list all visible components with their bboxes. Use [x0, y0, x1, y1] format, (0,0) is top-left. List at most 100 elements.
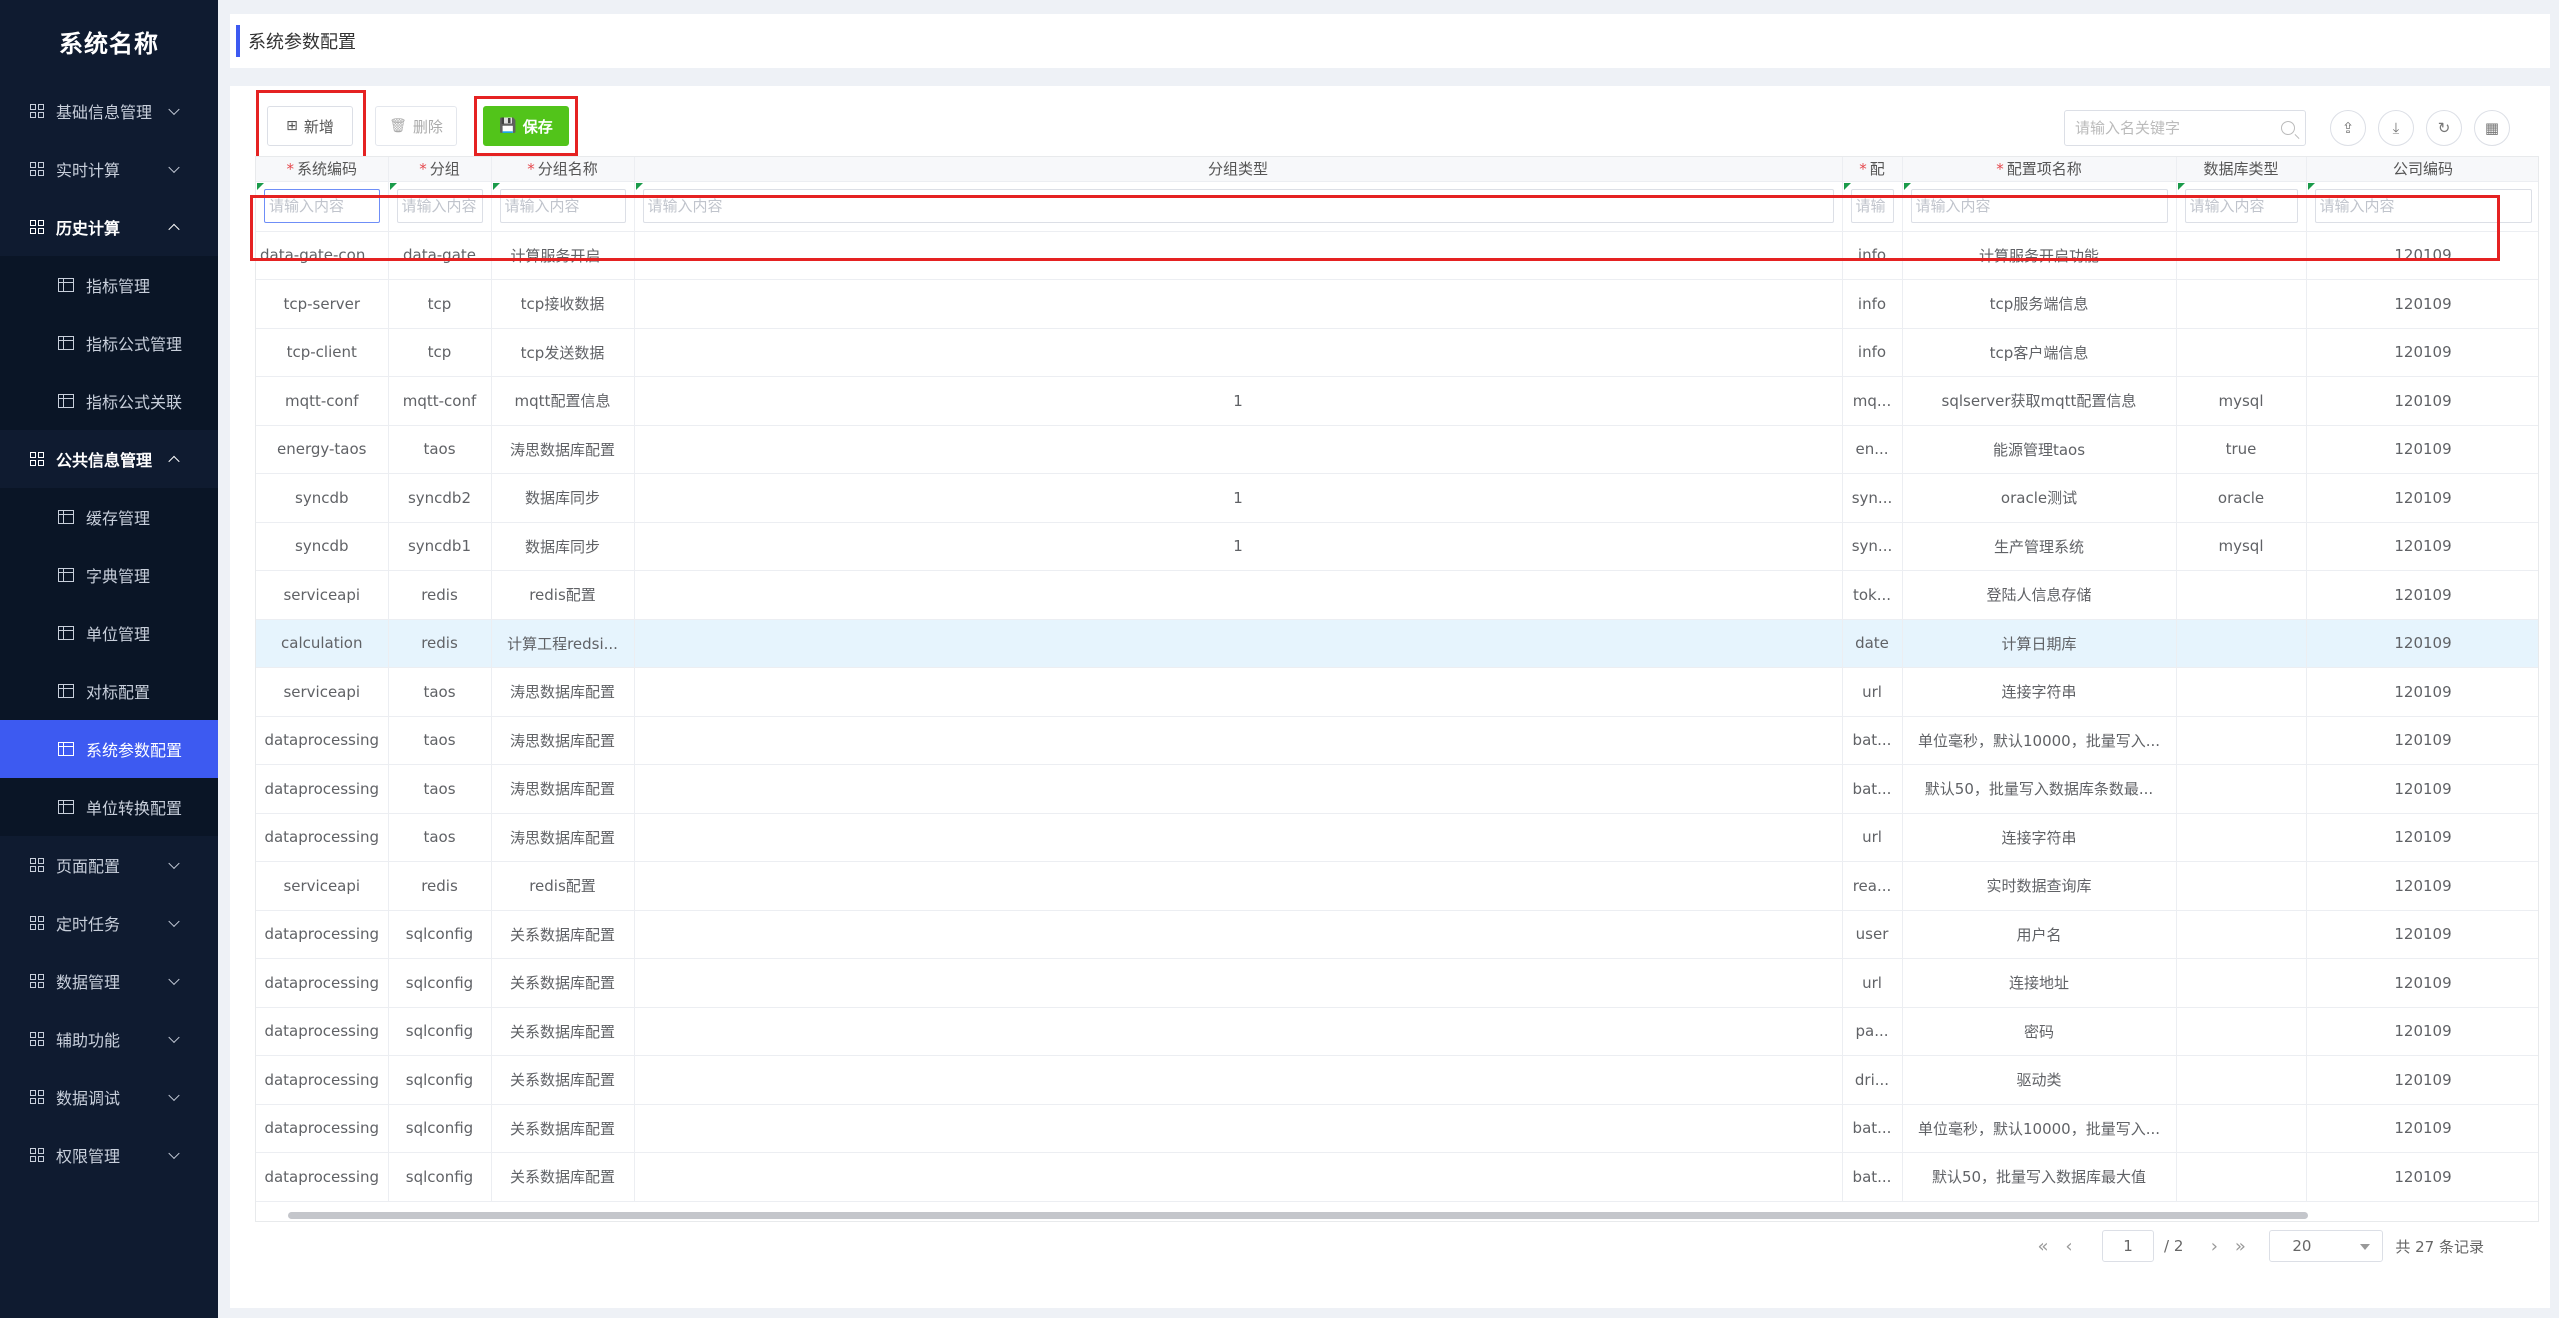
sidebar-subitem[interactable]: 指标公式关联	[0, 372, 218, 430]
table-row[interactable]: dataprocessing sqlconfig 关系数据库配置 bat... 单位毫秒…	[256, 1104, 2538, 1153]
page-size-select[interactable]: 20	[2269, 1230, 2384, 1262]
table-cell: url	[1842, 667, 1903, 717]
sidebar-item[interactable]: 历史计算	[0, 198, 218, 256]
brand-title: 系统名称	[59, 29, 159, 58]
table-row[interactable]: syncdb syncdb1 数据库同步 1 syn... 生产管理系统 mysql 1201…	[256, 522, 2538, 571]
sidebar-subitem[interactable]: 指标管理	[0, 256, 218, 314]
table-row[interactable]: data-gate-config data-gate 计算服务开启... info 计算…	[256, 231, 2538, 280]
delete-button[interactable]: 🗑 删除	[375, 106, 457, 146]
table-row[interactable]: energy-taos taos 涛思数据库配置 en... 能源管理taos true 1…	[256, 425, 2538, 474]
filter-input[interactable]	[264, 189, 380, 223]
save-icon: 💾	[499, 118, 517, 134]
table-row[interactable]: dataprocessing sqlconfig 关系数据库配置 bat... 默认50…	[256, 1152, 2538, 1202]
sidebar-item[interactable]: 基础信息管理	[0, 82, 218, 140]
table-row[interactable]: dataprocessing taos 涛思数据库配置 bat... 单位毫秒，默认10…	[256, 716, 2538, 765]
table-row[interactable]: mqtt-conf mqtt-conf mqtt配置信息 1 mq... sqlserve…	[256, 376, 2538, 426]
column-settings-icon[interactable]: ▦	[2474, 110, 2510, 146]
table-cell: syn...	[1842, 473, 1903, 523]
filter-input[interactable]	[2314, 189, 2532, 223]
table-cell: serviceapi	[256, 570, 389, 620]
table-cell: tcp	[388, 328, 492, 377]
filter-input[interactable]	[499, 189, 626, 223]
sidebar-subitem[interactable]: 字典管理	[0, 546, 218, 604]
sidebar-item[interactable]: 数据管理	[0, 952, 218, 1010]
table-cell	[634, 619, 1843, 668]
table-cell: 涛思数据库配置	[491, 716, 635, 765]
column-header[interactable]: 公司编码	[2306, 157, 2538, 182]
column-header[interactable]: * 配置项名称	[1902, 157, 2177, 182]
table-cell: date	[1842, 619, 1903, 668]
sidebar-item[interactable]: 公共信息管理	[0, 430, 218, 488]
horizontal-scrollbar[interactable]	[288, 1212, 2308, 1219]
column-header[interactable]: * 分组	[388, 157, 492, 182]
column-header[interactable]: 分组类型	[634, 157, 1843, 182]
search-box[interactable]	[2064, 110, 2306, 146]
table-cell: 涛思数据库配置	[491, 813, 635, 862]
page-number-input[interactable]: 1	[2102, 1230, 2154, 1262]
filter-input[interactable]	[1850, 189, 1894, 223]
sidebar-subitem[interactable]: 对标配置	[0, 662, 218, 720]
table-row[interactable]: dataprocessing sqlconfig 关系数据库配置 url 连接地址 120…	[256, 958, 2538, 1008]
sidebar-item[interactable]: 定时任务	[0, 894, 218, 952]
table-row[interactable]: calculation redis 计算工程redsi... date 计算日期库 120…	[256, 619, 2538, 668]
table-cell: data-gate	[388, 231, 492, 280]
data-table: *系统编码*分组*分组名称分组类型*配*配置项名称数据库类型 公司编码 data-…	[255, 156, 2539, 1222]
table-cell: sqlconfig	[388, 1152, 492, 1202]
sidebar-item-label: 历史计算	[56, 219, 121, 238]
table-cell: serviceapi	[256, 861, 389, 911]
sidebar-item[interactable]: 数据调试	[0, 1068, 218, 1126]
sidebar-item[interactable]: 页面配置	[0, 836, 218, 894]
table-row[interactable]: dataprocessing sqlconfig 关系数据库配置 user 用户名 120…	[256, 910, 2538, 959]
required-marker: *	[286, 160, 294, 179]
upload-icon[interactable]: ⇪	[2330, 110, 2366, 146]
table-cell: 数据库同步	[491, 522, 635, 571]
sidebar-item[interactable]: 实时计算	[0, 140, 218, 198]
sidebar-menu: 基础信息管理 实时计算历史计算指标管理 指标公式管理 指标公式关联 公共信息管理 缓存管理…	[0, 82, 218, 1184]
first-page-icon[interactable]: «	[2030, 1236, 2056, 1257]
filter-input[interactable]	[2184, 189, 2298, 223]
table-cell: info	[1842, 279, 1903, 329]
sidebar-item[interactable]: 辅助功能	[0, 1010, 218, 1068]
refresh-icon[interactable]: ↻	[2426, 110, 2462, 146]
sidebar-subitem[interactable]: 单位管理	[0, 604, 218, 662]
filter-input[interactable]	[1910, 189, 2168, 223]
search-input[interactable]	[2075, 119, 2265, 137]
filter-input[interactable]	[642, 189, 1834, 223]
filter-input[interactable]	[396, 189, 483, 223]
table-cell: 关系数据库配置	[491, 1007, 635, 1056]
grid-icon	[30, 220, 44, 234]
table-cell: dataprocessing	[256, 1104, 389, 1153]
sidebar-subitem[interactable]: 单位转换配置	[0, 778, 218, 836]
table-row[interactable]: dataprocessing sqlconfig 关系数据库配置 dri... 驱动类 1…	[256, 1055, 2538, 1105]
column-header[interactable]: * 分组名称	[491, 157, 635, 182]
table-row[interactable]: dataprocessing sqlconfig 关系数据库配置 pa... 密码 120…	[256, 1007, 2538, 1056]
table-cell: tcp	[388, 279, 492, 329]
column-header[interactable]: * 配	[1842, 157, 1903, 182]
table-row[interactable]: tcp-server tcp tcp接收数据 info tcp服务端信息 120109	[256, 279, 2538, 329]
last-page-icon[interactable]: »	[2227, 1236, 2253, 1257]
table-cell: 密码	[1902, 1007, 2177, 1056]
column-header[interactable]: * 系统编码	[256, 157, 389, 182]
sidebar-subitem[interactable]: 指标公式管理	[0, 314, 218, 372]
column-header[interactable]: 数据库类型	[2176, 157, 2307, 182]
table-row[interactable]: serviceapi redis redis配置 tok... 登陆人信息存储 12010…	[256, 570, 2538, 620]
column-header-label: 公司编码	[2392, 160, 2453, 179]
table-row[interactable]: serviceapi taos 涛思数据库配置 url 连接字符串 120109	[256, 667, 2538, 717]
search-icon	[2281, 121, 2295, 135]
sidebar-item[interactable]: 权限管理	[0, 1126, 218, 1184]
table-row[interactable]: dataprocessing taos 涛思数据库配置 bat... 默认50，批量写入…	[256, 764, 2538, 814]
table-row[interactable]: tcp-client tcp tcp发送数据 info tcp客户端信息 120109	[256, 328, 2538, 377]
save-button[interactable]: 💾 保存	[483, 106, 569, 146]
add-button[interactable]: ⊞ 新增	[267, 106, 353, 146]
table-cell	[2176, 1104, 2307, 1153]
sidebar-subitem[interactable]: 系统参数配置	[0, 720, 218, 778]
download-icon[interactable]: ⤓	[2378, 110, 2414, 146]
prev-page-icon[interactable]: ‹	[2056, 1236, 2082, 1257]
table-row[interactable]: syncdb syncdb2 数据库同步 1 syn... oracle测试 oracle 1…	[256, 473, 2538, 523]
filter-cell	[1902, 181, 2177, 232]
table-row[interactable]: serviceapi redis redis配置 rea... 实时数据查询库 12010…	[256, 861, 2538, 911]
sidebar-subitem[interactable]: 缓存管理	[0, 488, 218, 546]
next-page-icon[interactable]: ›	[2201, 1236, 2227, 1257]
table-row[interactable]: dataprocessing taos 涛思数据库配置 url 连接字符串 120109	[256, 813, 2538, 862]
filter-cell	[1842, 181, 1903, 232]
